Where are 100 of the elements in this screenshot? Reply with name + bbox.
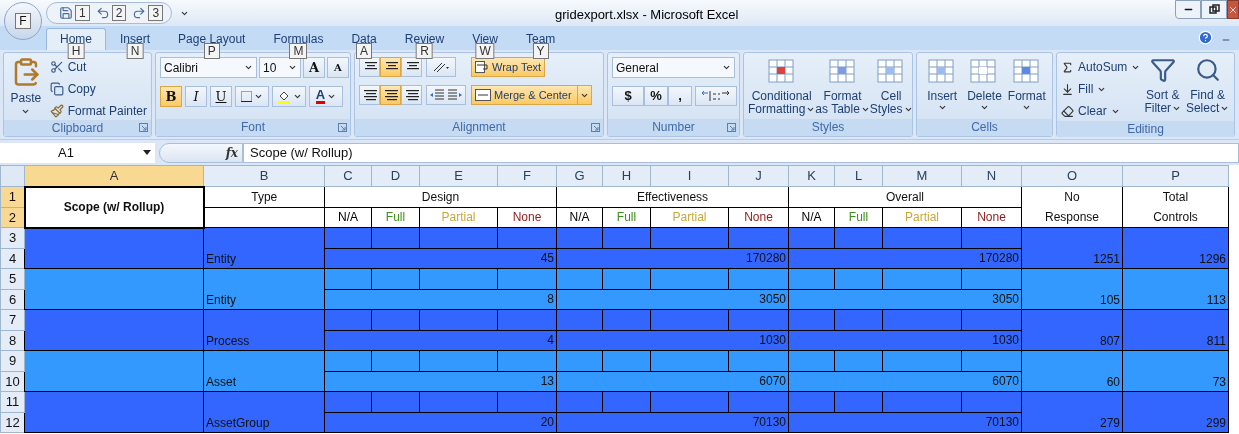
table-cell: Scope (w/ Rollup) <box>24 186 204 228</box>
editing-button[interactable]: AutoSum <box>1061 57 1141 77</box>
cells-button[interactable]: Format <box>1005 57 1048 119</box>
column-header[interactable]: E <box>419 165 498 187</box>
redo-icon[interactable] <box>132 6 147 20</box>
align-button[interactable] <box>401 85 422 105</box>
group-label: Cells <box>917 119 1052 136</box>
row-header[interactable]: 1 <box>0 186 25 207</box>
copy-button[interactable]: Copy <box>49 79 147 98</box>
number-style-button[interactable]: $ <box>612 86 644 106</box>
row-header[interactable]: 8 <box>0 330 25 351</box>
column-header[interactable]: C <box>324 165 372 187</box>
insert-function-button[interactable]: fx <box>159 142 243 163</box>
row-header[interactable]: 7 <box>0 309 25 330</box>
cells-button[interactable]: Insert <box>921 57 964 119</box>
font-style-button[interactable]: I <box>185 86 207 107</box>
row-header[interactable]: 9 <box>0 350 25 371</box>
keytip: W <box>475 43 495 59</box>
name-box[interactable]: A1 <box>0 142 155 163</box>
row-header[interactable]: 10 <box>0 371 25 392</box>
column-header[interactable]: I <box>650 165 729 187</box>
row-header[interactable]: 6 <box>0 289 25 310</box>
column-header[interactable]: O <box>1021 165 1123 187</box>
column-header[interactable]: L <box>834 165 883 187</box>
merge-center-button[interactable]: Merge & Center <box>471 85 592 105</box>
group-label: Styles <box>744 119 912 136</box>
format-painter-button[interactable]: Format Painter <box>49 101 147 120</box>
row-header[interactable]: 11 <box>0 391 25 412</box>
keytip: A <box>356 43 373 59</box>
styles-button[interactable]: Cell Styles <box>869 57 913 119</box>
number-format-field[interactable]: General <box>612 57 735 78</box>
help-icon[interactable] <box>1198 30 1213 45</box>
row-header[interactable]: 5 <box>0 268 25 289</box>
undo-icon[interactable] <box>95 6 110 20</box>
align-button[interactable] <box>359 85 380 105</box>
restore-button[interactable] <box>1201 0 1227 19</box>
scissors-icon <box>49 59 64 74</box>
group-label: Alignment <box>355 119 603 136</box>
styles-button[interactable]: Format as Table <box>815 57 870 119</box>
cells-button[interactable]: Delete <box>963 57 1006 119</box>
row-header[interactable]: 4 <box>0 248 25 269</box>
dialog-launcher-icon[interactable] <box>727 123 736 132</box>
column-header[interactable]: F <box>497 165 557 187</box>
table-cell: Entity <box>203 227 325 269</box>
align-button[interactable] <box>359 57 380 77</box>
font-color-button[interactable]: A <box>309 86 343 107</box>
column-header[interactable]: H <box>602 165 651 187</box>
wrap-icon <box>475 61 489 73</box>
column-header[interactable]: N <box>961 165 1022 187</box>
table-cell: None <box>961 207 1022 228</box>
window-title: gridexport.xlsx - Microsoft Excel <box>555 6 739 24</box>
table-cell: Partial <box>882 207 962 228</box>
align-button[interactable] <box>401 57 422 77</box>
caret-icon <box>722 63 731 72</box>
editing-button[interactable]: Fill <box>1061 79 1141 99</box>
shrink-font-button[interactable]: A <box>327 57 349 78</box>
dropdown-arrow-icon <box>143 150 151 155</box>
grow-font-button[interactable]: A <box>303 57 325 78</box>
paste-button[interactable]: Paste <box>8 57 44 120</box>
font-style-button[interactable]: U <box>210 86 232 107</box>
styles-button[interactable]: Conditional Formatting <box>748 57 816 119</box>
align-button[interactable] <box>380 57 401 77</box>
column-header[interactable]: G <box>556 165 603 187</box>
formula-field[interactable]: Scope (w/ Rollup) <box>243 142 1239 163</box>
row-header[interactable]: 12 <box>0 412 25 433</box>
table-cell: Entity <box>203 268 325 310</box>
copy-icon <box>49 81 64 96</box>
orientation-button[interactable] <box>426 57 456 77</box>
font-name-field[interactable]: Calibri <box>160 57 257 78</box>
wrap-text-button[interactable]: Wrap Text <box>471 57 546 77</box>
save-icon[interactable] <box>59 6 73 20</box>
cut-button[interactable]: Cut <box>49 57 147 76</box>
close-button[interactable] <box>1227 0 1239 19</box>
office-button[interactable]: F <box>4 2 42 40</box>
table-cell: 1296 <box>1122 227 1229 269</box>
number-style-button[interactable]: % <box>644 86 668 106</box>
column-header[interactable]: D <box>371 165 420 187</box>
column-header[interactable]: J <box>728 165 789 187</box>
dialog-launcher-icon[interactable] <box>139 123 148 132</box>
number-style-button[interactable]: , <box>668 86 692 106</box>
column-header[interactable]: M <box>882 165 962 187</box>
align-icon <box>404 89 419 101</box>
dialog-launcher-icon[interactable] <box>591 123 600 132</box>
row-header[interactable]: 2 <box>0 207 25 228</box>
editing-large-button[interactable]: Find & Select <box>1185 57 1230 121</box>
keytip: 1 <box>75 5 90 21</box>
align-button[interactable] <box>380 85 401 105</box>
dialog-launcher-icon[interactable] <box>338 123 347 132</box>
column-header[interactable]: A <box>24 165 204 187</box>
borders-button[interactable] <box>235 86 269 107</box>
editing-large-button[interactable]: Sort & Filter <box>1140 57 1186 121</box>
column-header[interactable]: P <box>1122 165 1229 187</box>
editing-button[interactable]: Clear <box>1061 101 1141 121</box>
row-header[interactable]: 3 <box>0 227 25 248</box>
font-style-button[interactable]: B <box>160 86 182 107</box>
column-header[interactable]: B <box>203 165 325 187</box>
font-size-field[interactable]: 10 <box>259 57 301 78</box>
fill-color-button[interactable] <box>272 86 306 107</box>
column-header[interactable]: K <box>788 165 835 187</box>
decimal-button[interactable] <box>695 86 737 106</box>
